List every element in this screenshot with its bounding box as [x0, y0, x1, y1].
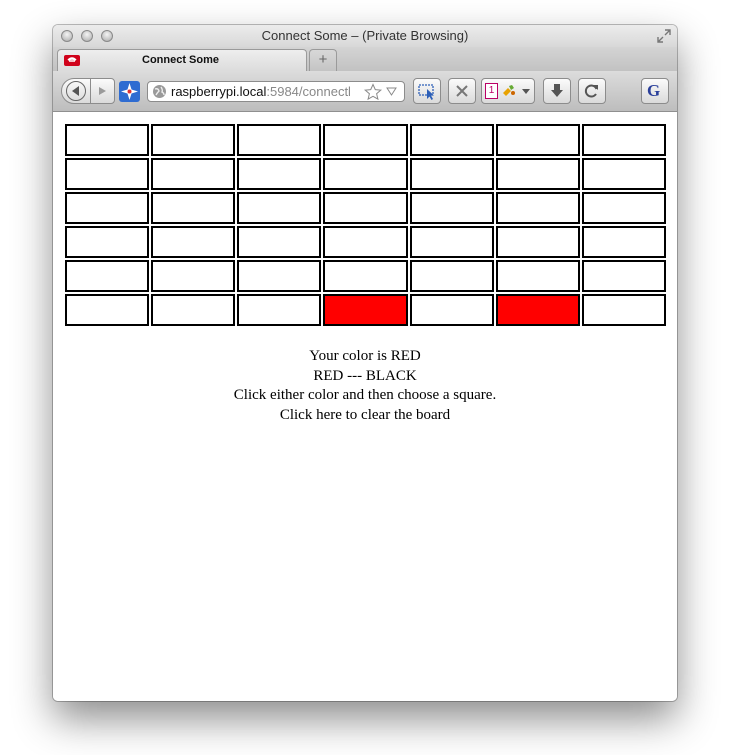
compass-icon[interactable] — [119, 81, 140, 102]
private-browsing-icon — [64, 55, 80, 66]
select-element-icon — [418, 84, 434, 100]
url-text: raspberrypi.local:5984/connectl — [171, 84, 351, 99]
back-button[interactable] — [61, 78, 91, 104]
forward-button[interactable] — [90, 78, 115, 104]
page-content: Your color is RED RED --- BLACK Click ei… — [53, 112, 677, 701]
download-icon — [551, 84, 563, 97]
board-cell[interactable] — [323, 124, 408, 156]
board-cell[interactable] — [495, 124, 580, 156]
dropdown-icon[interactable] — [386, 87, 397, 96]
select-element-button[interactable] — [413, 78, 441, 104]
board-row — [65, 158, 666, 190]
board-cell[interactable] — [409, 294, 494, 326]
reload-icon — [584, 84, 598, 98]
browser-window: Connect Some – (Private Browsing) Connec… — [53, 25, 677, 701]
board-cell[interactable] — [495, 226, 580, 258]
board-row — [65, 124, 666, 156]
board-cell[interactable] — [65, 192, 150, 224]
bookmark-star-icon[interactable] — [363, 83, 383, 101]
stop-icon — [456, 85, 468, 97]
your-color-label: Your color is RED — [309, 348, 421, 364]
board-cell[interactable] — [65, 158, 150, 190]
board-cell[interactable] — [323, 294, 408, 326]
toolbar: raspberrypi.local:5984/connectl 1 G — [53, 71, 677, 112]
color-choice[interactable]: RED --- BLACK — [53, 367, 677, 387]
new-tab-button[interactable]: + — [309, 49, 337, 71]
board-cell[interactable] — [323, 260, 408, 292]
translate-button[interactable]: G — [641, 78, 669, 104]
fullscreen-icon[interactable] — [657, 29, 671, 43]
board-cell[interactable] — [323, 158, 408, 190]
board-cell[interactable] — [581, 226, 666, 258]
board-cell[interactable] — [495, 294, 580, 326]
board-cell[interactable] — [581, 260, 666, 292]
board-cell[interactable] — [151, 260, 236, 292]
board-cell[interactable] — [409, 260, 494, 292]
instructions-text: Click either color and then choose a squ… — [233, 387, 497, 403]
extension-button[interactable]: 1 — [481, 78, 535, 104]
board-cell[interactable] — [237, 294, 322, 326]
translate-icon: G — [647, 81, 661, 100]
board-cell[interactable] — [65, 124, 150, 156]
board-row — [65, 192, 666, 224]
url-host: raspberrypi.local — [171, 84, 267, 99]
url-bar[interactable]: raspberrypi.local:5984/connectl — [147, 81, 405, 102]
window-title: Connect Some – (Private Browsing) — [261, 28, 469, 43]
board-cell[interactable] — [237, 192, 322, 224]
board-cell[interactable] — [151, 124, 236, 156]
board-cell[interactable] — [581, 294, 666, 326]
board-cell[interactable] — [151, 294, 236, 326]
board-cell[interactable] — [237, 124, 322, 156]
board-cell[interactable] — [323, 226, 408, 258]
globe-icon — [153, 85, 166, 98]
board-cell[interactable] — [409, 226, 494, 258]
board-cell[interactable] — [151, 158, 236, 190]
back-icon — [66, 81, 86, 101]
download-button[interactable] — [543, 78, 571, 104]
title-bar: Connect Some – (Private Browsing) — [53, 25, 677, 47]
forward-icon — [99, 87, 106, 95]
tab-connect-some[interactable]: Connect Some — [57, 49, 307, 71]
reload-button[interactable] — [578, 78, 606, 104]
board-cell[interactable] — [495, 260, 580, 292]
board-cell[interactable] — [151, 192, 236, 224]
board-cell[interactable] — [409, 158, 494, 190]
board-cell[interactable] — [409, 192, 494, 224]
extension-icon — [503, 85, 515, 96]
board-cell[interactable] — [151, 226, 236, 258]
game-board — [63, 122, 668, 328]
url-path: :5984/connectl — [266, 84, 351, 99]
board-row — [65, 226, 666, 258]
chevron-down-icon — [522, 89, 530, 94]
info-panel: Your color is RED RED --- BLACK Click ei… — [53, 347, 677, 425]
board-cell[interactable] — [323, 192, 408, 224]
tab-strip: Connect Some + — [53, 47, 677, 72]
tab-label: Connect Some — [142, 54, 220, 66]
board-row — [65, 294, 666, 326]
clear-board-link[interactable]: Click here to clear the board — [53, 406, 677, 426]
board-cell[interactable] — [65, 226, 150, 258]
board-cell[interactable] — [65, 294, 150, 326]
board-cell[interactable] — [495, 192, 580, 224]
stop-button[interactable] — [448, 78, 476, 104]
board-cell[interactable] — [581, 192, 666, 224]
board-cell[interactable] — [581, 124, 666, 156]
board-cell[interactable] — [237, 226, 322, 258]
calendar-icon: 1 — [485, 83, 498, 99]
board-cell[interactable] — [237, 260, 322, 292]
board-cell[interactable] — [581, 158, 666, 190]
board-cell[interactable] — [495, 158, 580, 190]
board-cell[interactable] — [409, 124, 494, 156]
board-row — [65, 260, 666, 292]
board-cell[interactable] — [65, 260, 150, 292]
board-cell[interactable] — [237, 158, 322, 190]
